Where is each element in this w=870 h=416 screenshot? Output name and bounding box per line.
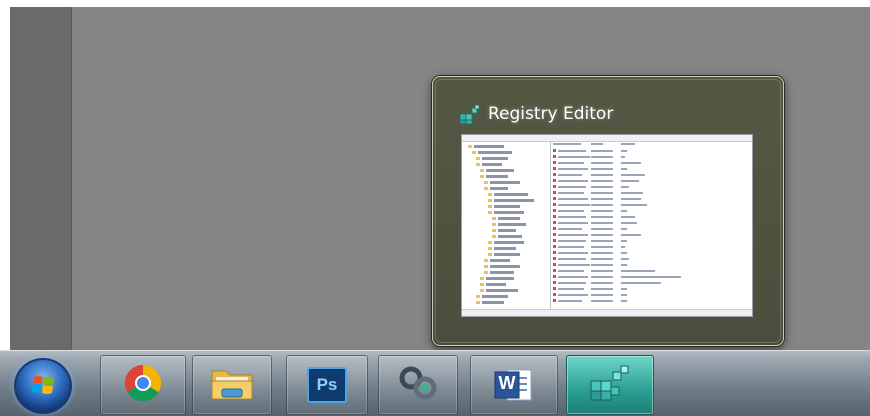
photoshop-label: Ps (316, 375, 338, 394)
taskbar-button-photoshop[interactable]: Ps (286, 355, 368, 415)
linked-rings-icon (396, 364, 440, 406)
registry-editor-icon (459, 104, 481, 125)
word-label: W (498, 373, 516, 393)
folder-icon (210, 365, 254, 405)
thumbnail-title: Registry Editor (488, 104, 614, 124)
preview-key-tree (462, 141, 551, 310)
registry-editor-thumbnail[interactable]: Registry Editor (432, 76, 784, 346)
side-panel (10, 7, 72, 350)
registry-editor-window-preview (461, 134, 753, 317)
start-button[interactable] (14, 358, 72, 414)
registry-editor-icon (587, 363, 633, 407)
taskbar-button-registry-editor[interactable] (566, 355, 654, 415)
preview-status-bar (462, 309, 752, 316)
left-edge (0, 0, 10, 350)
photoshop-icon: Ps (307, 367, 347, 403)
taskbar: Ps W (0, 350, 870, 416)
word-icon: W (493, 366, 535, 404)
preview-values-list (551, 141, 752, 310)
top-strip (0, 0, 870, 7)
windows-start-orb-icon (32, 374, 56, 396)
taskbar-button-chrome[interactable] (100, 355, 186, 415)
taskbar-button-connection[interactable] (378, 355, 458, 415)
taskbar-button-explorer[interactable] (192, 355, 272, 415)
taskbar-button-word[interactable]: W (470, 355, 558, 415)
chrome-icon (123, 363, 163, 407)
